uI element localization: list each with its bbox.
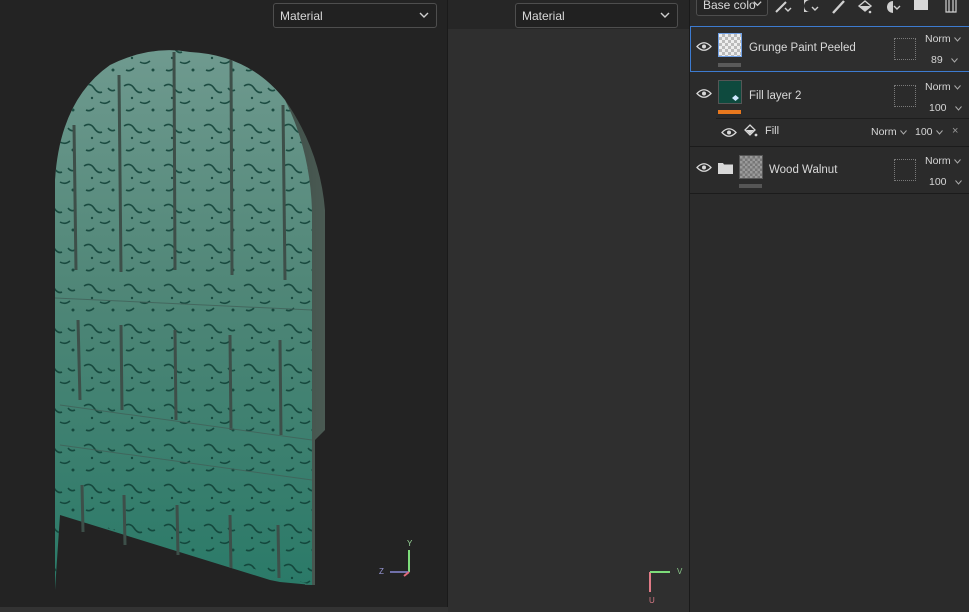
layer-mask-slot[interactable]	[894, 38, 916, 60]
add-paint-layer-icon[interactable]	[830, 0, 848, 14]
eye-icon[interactable]	[696, 162, 712, 173]
opacity-value: 89	[931, 54, 943, 66]
chevron-down-icon	[660, 12, 670, 18]
layer-name: Fill layer 2	[749, 90, 802, 102]
chevron-down-icon	[953, 84, 961, 90]
fill-bucket-icon	[744, 124, 758, 137]
layer-mask-slot[interactable]	[894, 85, 916, 107]
viewport-2d[interactable]: Material V U	[448, 0, 689, 612]
folder-icon[interactable]	[718, 162, 733, 174]
layer-row[interactable]: Wood Walnut Norm 100	[690, 147, 969, 193]
add-effect-icon[interactable]	[774, 0, 792, 14]
layer-name: Grunge Paint Peeled	[749, 42, 856, 54]
effect-blend-mode-dropdown[interactable]: Norm	[871, 126, 907, 138]
layer-thumbnail[interactable]	[718, 33, 742, 57]
layer-name: Wood Walnut	[769, 164, 838, 176]
add-mask-icon[interactable]	[802, 0, 820, 14]
chevron-down-icon	[954, 105, 962, 111]
viewport-2d-channel-dropdown[interactable]: Material	[515, 3, 678, 28]
door-mesh-3d	[54, 50, 325, 591]
viewport-3d[interactable]: Material Y Z	[0, 0, 447, 607]
eye-icon[interactable]	[696, 41, 712, 52]
channel-select[interactable]: Base colo	[696, 0, 768, 16]
effect-opacity-dropdown[interactable]: 100	[915, 126, 943, 138]
chevron-down-icon	[753, 1, 762, 7]
opacity-dropdown[interactable]: 100	[929, 102, 962, 114]
blend-mode-dropdown[interactable]: Norm	[925, 33, 961, 45]
layer-color-bar	[739, 184, 762, 188]
opacity-value: 100	[929, 176, 947, 188]
remove-effect-button[interactable]: ×	[952, 125, 958, 137]
viewport-2d-channel-value: Material	[522, 8, 565, 23]
add-fill-layer-icon[interactable]	[856, 0, 874, 14]
axis-label-z: Z	[379, 567, 384, 576]
blend-mode-dropdown[interactable]: Norm	[925, 155, 961, 167]
chevron-down-icon	[419, 12, 429, 18]
axis-gizmo-2d	[649, 571, 670, 592]
blend-mode-value: Norm	[871, 126, 897, 138]
add-smart-material-icon[interactable]	[884, 0, 902, 14]
layer-row[interactable]: Fill layer 2 Norm 100	[690, 73, 969, 119]
opacity-value: 100	[915, 126, 933, 138]
blend-mode-value: Norm	[925, 81, 951, 93]
axis-label-y: Y	[407, 539, 413, 548]
opacity-dropdown[interactable]: 89	[931, 54, 958, 66]
layers-panel: Base colo Grunge Paint Peeled Norm 89 Fi…	[689, 0, 969, 612]
viewport-3d-channel-dropdown[interactable]: Material	[273, 3, 437, 28]
effect-name: Fill	[765, 125, 780, 137]
layer-mask-slot[interactable]	[894, 159, 916, 181]
blend-mode-dropdown[interactable]: Norm	[925, 81, 961, 93]
row-divider	[690, 193, 969, 194]
chevron-down-icon	[953, 36, 961, 42]
blend-mode-value: Norm	[925, 155, 951, 167]
layer-row[interactable]: Grunge Paint Peeled Norm 89	[690, 26, 969, 72]
chevron-down-icon	[953, 158, 961, 164]
opacity-value: 100	[929, 102, 947, 114]
channel-select-value: Base colo	[703, 0, 756, 12]
layer-color-bar	[718, 63, 741, 67]
chevron-down-icon	[954, 179, 962, 185]
chevron-down-icon	[950, 57, 958, 63]
opacity-dropdown[interactable]: 100	[929, 176, 962, 188]
eye-icon[interactable]	[721, 127, 737, 138]
layer-color-bar	[718, 110, 741, 114]
substance-painter-window: Material Y Z Material V U Base colo Grun…	[0, 0, 969, 612]
viewport-3d-channel-value: Material	[280, 8, 323, 23]
blend-mode-value: Norm	[925, 33, 951, 45]
layers-toolbar: Base colo	[690, 0, 969, 24]
axis-label-v: V	[677, 567, 683, 576]
eye-icon[interactable]	[696, 88, 712, 99]
delete-layer-icon[interactable]	[942, 0, 960, 14]
viewport-bottom-strip	[0, 607, 448, 612]
add-folder-icon[interactable]	[912, 0, 930, 14]
chevron-down-icon	[935, 129, 943, 135]
fill-bucket-icon	[732, 95, 739, 101]
chevron-down-icon	[899, 129, 907, 135]
layer-thumbnail[interactable]	[718, 80, 742, 104]
axis-label-u: U	[649, 596, 655, 605]
layer-thumbnail[interactable]	[739, 155, 763, 179]
effect-row-fill[interactable]: Fill Norm 100 ×	[690, 119, 969, 146]
